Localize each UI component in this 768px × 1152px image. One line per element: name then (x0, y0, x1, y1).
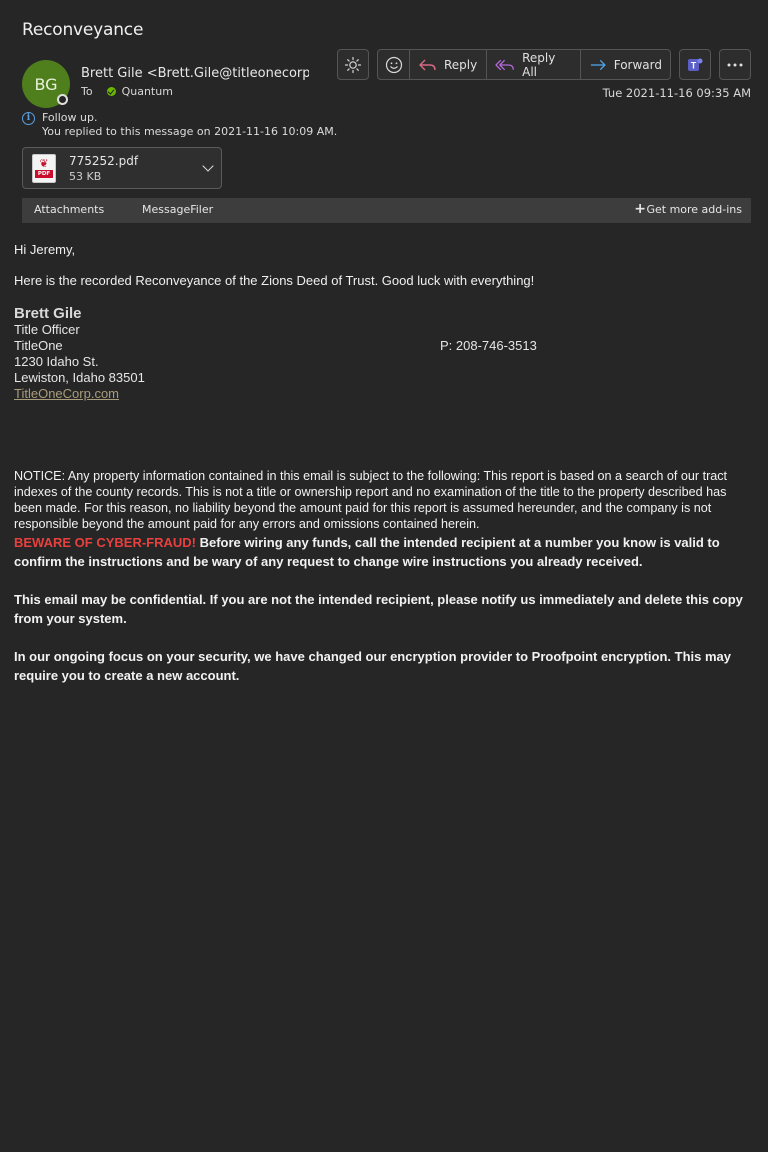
attachment-size: 53 KB (69, 170, 102, 183)
confidentiality-notice: This email may be confidential. If you a… (14, 592, 743, 626)
message-text: Here is the recorded Reconveyance of the… (14, 273, 535, 288)
sun-icon (344, 56, 362, 73)
addin-messagefiler[interactable]: MessageFiler (142, 203, 213, 216)
more-icon (727, 63, 743, 66)
available-status-icon (106, 87, 116, 96)
signature-address-line1: 1230 Idaho St. (14, 354, 99, 369)
reply-toolbar: Reply Reply All Forward (377, 49, 671, 80)
received-date: Tue 2021-11-16 09:35 AM (602, 86, 751, 100)
info-bar: i Follow up. You replied to this message… (22, 111, 337, 139)
cyber-fraud-warning: BEWARE OF CYBER-FRAUD! Before wiring any… (14, 533, 754, 571)
emoji-react-button[interactable] (378, 50, 410, 79)
beware-label: BEWARE OF CYBER-FRAUD! (14, 535, 196, 550)
signature-company: TitleOne (14, 338, 63, 353)
forward-label: Forward (613, 57, 662, 72)
forward-button[interactable]: Forward (581, 50, 670, 79)
to-label: To (81, 85, 93, 98)
signature: Brett Gile Title Officer TitleOne P: 208… (14, 305, 754, 402)
signature-phone: P: 208-746-3513 (440, 338, 537, 353)
presence-status-icon (57, 94, 68, 105)
teams-icon: T (688, 58, 703, 71)
recipient-name[interactable]: Quantum (122, 85, 173, 98)
teams-share-button[interactable]: T (679, 49, 711, 80)
chevron-down-icon[interactable] (202, 160, 214, 172)
email-subject: Reconveyance (22, 20, 144, 40)
pdf-file-icon: ❦ PDF (32, 154, 56, 183)
attachment-filename: 775252.pdf (69, 154, 139, 168)
get-more-addins-link[interactable]: Get more add-ins (646, 203, 742, 216)
message-body: Hi Jeremy, Here is the recorded Reconvey… (14, 242, 754, 685)
signature-website-link[interactable]: TitleOneCorp.com (14, 386, 119, 401)
attachment-card[interactable]: ❦ PDF 775252.pdf 53 KB (22, 147, 222, 189)
signature-address-line2: Lewiston, Idaho 83501 (14, 370, 145, 385)
addin-attachments[interactable]: Attachments (34, 203, 104, 216)
reply-all-icon (495, 59, 514, 70)
addins-bar: Attachments MessageFiler + Get more add-… (22, 198, 751, 223)
reply-all-label: Reply All (522, 50, 556, 79)
follow-up-flag-text: Follow up. (42, 111, 98, 124)
recipient-row: To Quantum (81, 85, 173, 98)
forward-icon (590, 59, 606, 70)
signature-title: Title Officer (14, 322, 80, 337)
reply-button[interactable]: Reply (410, 50, 487, 79)
immersive-reader-brightness-button[interactable] (337, 49, 369, 80)
signature-company-row: TitleOne P: 208-746-3513 (14, 338, 754, 354)
reply-icon (419, 59, 436, 70)
info-icon: i (22, 112, 35, 125)
encryption-notice: In our ongoing focus on your security, w… (14, 649, 731, 683)
reply-all-button[interactable]: Reply All (487, 50, 581, 79)
reply-label: Reply (444, 57, 478, 72)
more-actions-button[interactable] (719, 49, 751, 80)
plus-icon[interactable]: + (634, 201, 646, 217)
greeting: Hi Jeremy, (14, 242, 76, 257)
legal-notice: NOTICE: Any property information contain… (14, 469, 728, 531)
sender-name[interactable]: Brett Gile <Brett.Gile@titleonecorp (81, 66, 309, 81)
replied-note: You replied to this message on 2021-11-1… (42, 125, 338, 138)
smiley-icon (385, 56, 402, 73)
signature-name: Brett Gile (14, 305, 82, 322)
svg-text:T: T (691, 60, 697, 70)
